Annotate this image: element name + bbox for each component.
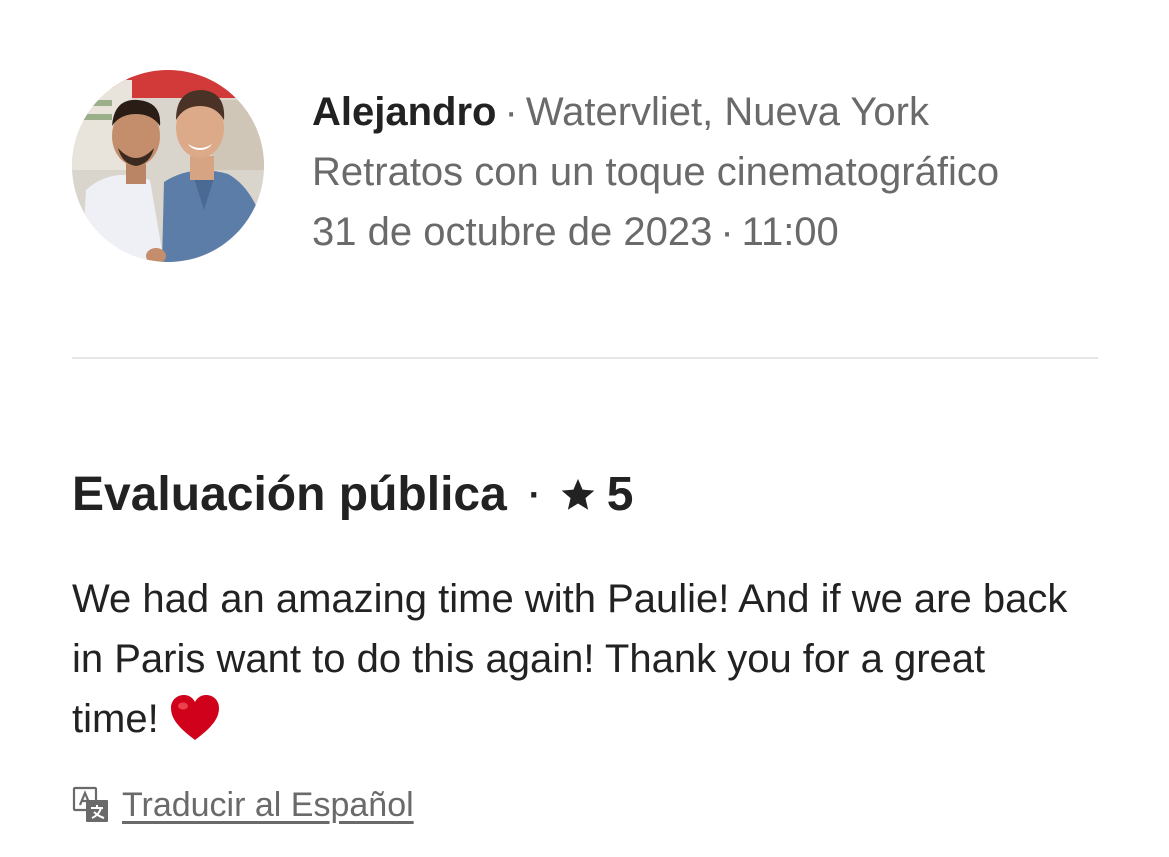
review-text: We had an amazing time with Paulie! And … [72,577,1068,741]
avatar-photo [72,70,264,262]
heart-icon [170,695,219,740]
translate-link[interactable]: Traducir al Español [122,786,414,825]
host-location: Watervliet, Nueva York [525,90,929,134]
translate-icon [72,786,108,822]
review-date: 31 de octubre de 2023 [312,210,713,254]
host-name[interactable]: Alejandro [312,90,496,134]
separator: · [720,210,734,254]
translate-button[interactable]: Traducir al Español [72,783,414,827]
experience-title: Retratos con un toque cinematográfico [312,150,1000,194]
separator: · [504,90,518,134]
review-heading-title: Evaluación pública [72,468,507,521]
separator: · [528,474,541,515]
divider [72,357,1098,359]
star-icon [561,478,595,510]
avatar[interactable] [72,70,264,262]
date-line: 31 de octubre de 2023 · 11:00 [312,202,1102,262]
review-text-block: We had an amazing time with Paulie! And … [72,569,1072,749]
review-heading: Evaluación pública · 5 [72,462,634,528]
host-header: Alejandro · Watervliet, Nueva York Retrato… [72,70,1098,262]
host-line: Alejandro · Watervliet, Nueva York [312,82,1102,142]
host-info: Alejandro · Watervliet, Nueva York Retrato… [312,82,1102,262]
review-time: 11:00 [741,210,839,254]
rating-value: 5 [606,468,634,521]
